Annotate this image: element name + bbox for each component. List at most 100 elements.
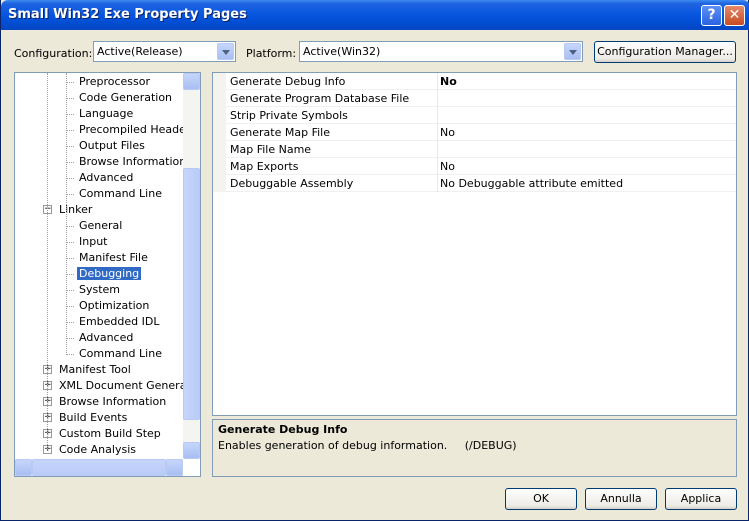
tree-item[interactable]: Code Generation [66, 90, 174, 106]
tree-item[interactable]: + Custom Build Step [43, 426, 163, 442]
column-separator [437, 90, 438, 107]
tree-item-label: Debugging [77, 267, 142, 280]
tree-item[interactable]: System [66, 282, 122, 298]
vertical-scroll-thumb[interactable] [183, 168, 200, 420]
property-value[interactable]: No [440, 160, 455, 173]
property-name: Strip Private Symbols [230, 109, 348, 122]
tree-item-label: Manifest File [79, 251, 148, 264]
tree-item-label: Optimization [79, 299, 150, 312]
tree-item[interactable]: + Browse Information [43, 394, 168, 410]
tree-item[interactable]: Output Files [66, 138, 147, 154]
tree-item[interactable]: Command Line [66, 346, 164, 362]
dropdown-arrow-icon[interactable] [217, 43, 234, 60]
row-gutter [213, 107, 226, 124]
scroll-right-icon[interactable] [166, 459, 183, 476]
scroll-down-icon[interactable] [183, 442, 200, 459]
property-row[interactable]: Generate Program Database File [213, 90, 736, 107]
tree-item[interactable]: + Build Events [43, 410, 129, 426]
configuration-manager-button[interactable]: Configuration Manager... [594, 41, 736, 63]
tree-item-label: Browse Information [59, 395, 167, 408]
scroll-left-icon[interactable] [15, 459, 32, 476]
tree-item[interactable]: General [66, 218, 124, 234]
tree-item-label: Command Line [79, 187, 162, 200]
tree-connector [66, 162, 74, 163]
row-gutter [213, 90, 226, 107]
column-separator [437, 107, 438, 124]
configuration-combo[interactable]: Active(Release) [93, 41, 236, 62]
ok-button[interactable]: OK [505, 488, 577, 510]
column-separator [437, 124, 438, 141]
tree-item[interactable]: Precompiled Headers [66, 122, 198, 138]
tree-item[interactable]: Advanced [66, 330, 135, 346]
property-row[interactable]: Map File Name [213, 141, 736, 158]
property-name: Debuggable Assembly [230, 177, 354, 190]
property-row[interactable]: Map Exports No [213, 158, 736, 175]
cancel-button[interactable]: Annulla [585, 488, 657, 510]
close-icon: ✕ [728, 7, 741, 23]
property-name: Generate Debug Info [230, 75, 346, 88]
property-name: Generate Program Database File [230, 92, 410, 105]
property-row[interactable]: Strip Private Symbols [213, 107, 736, 124]
description-panel: Generate Debug Info Enables generation o… [212, 419, 737, 477]
row-gutter [213, 158, 226, 175]
tree-item-label: Preprocessor [79, 75, 151, 88]
horizontal-scroll-thumb[interactable] [32, 459, 166, 476]
tree-item[interactable]: Browse Information [66, 154, 188, 170]
tree-item[interactable]: Optimization [66, 298, 151, 314]
tree-item-label: Build Events [59, 411, 128, 424]
property-grid: Generate Debug Info No Generate Program Da… [212, 72, 737, 416]
tree-connector [66, 322, 74, 323]
tree-connector [47, 73, 48, 449]
tree-item-label: Embedded IDL [79, 315, 160, 328]
tree-connector [66, 130, 74, 131]
property-row[interactable]: Generate Map File No [213, 124, 736, 141]
scroll-up-icon[interactable] [183, 73, 200, 90]
column-separator [437, 141, 438, 158]
column-separator [437, 73, 438, 90]
property-row[interactable]: Generate Debug Info No [213, 73, 736, 90]
column-separator [437, 175, 438, 192]
platform-combo[interactable]: Active(Win32) [299, 41, 583, 62]
dropdown-arrow-icon[interactable] [564, 43, 581, 60]
property-value[interactable]: No [440, 75, 457, 88]
tree-item-label: Language [79, 107, 134, 120]
tree-item[interactable]: Embedded IDL [66, 314, 161, 330]
tree-connector [66, 73, 67, 353]
help-button[interactable]: ? [701, 5, 722, 26]
tree-connector [66, 354, 74, 355]
tree-horizontal-scrollbar[interactable] [15, 459, 183, 476]
tree-item[interactable]: Command Line [66, 186, 164, 202]
tree-item[interactable]: + XML Document Generator [43, 378, 200, 394]
tree-connector [66, 306, 74, 307]
property-name: Generate Map File [230, 126, 330, 139]
tree-item[interactable]: Language [66, 106, 135, 122]
property-row[interactable]: Debuggable Assembly No Debuggable attribu… [213, 175, 736, 192]
tree-vertical-scrollbar[interactable] [183, 73, 200, 459]
configuration-value: Active(Release) [97, 45, 183, 58]
tree-item[interactable]: Input [66, 234, 109, 250]
tree-item[interactable]: Debugging [66, 266, 142, 282]
row-gutter [213, 124, 226, 141]
tree-item[interactable]: + Code Analysis [43, 442, 138, 458]
row-gutter [213, 175, 226, 192]
description-text: Enables generation of debug information.… [218, 439, 517, 452]
property-value[interactable]: No Debuggable attribute emitted [440, 177, 623, 190]
tree-connector [66, 178, 74, 179]
window-title: Small Win32 Exe Property Pages [8, 7, 247, 22]
tree-item-label: Code Analysis [59, 443, 136, 456]
title-bar[interactable]: Small Win32 Exe Property Pages ? ✕ [1, 0, 749, 30]
close-button[interactable]: ✕ [724, 5, 745, 26]
tree-item-label: Custom Build Step [59, 427, 161, 440]
tree-connector [66, 258, 74, 259]
tree-item[interactable]: Preprocessor [66, 74, 152, 90]
tree-item-label: System [79, 283, 121, 296]
apply-button[interactable]: Applica [665, 488, 737, 510]
property-pages-window: Small Win32 Exe Property Pages ? ✕ Confi… [0, 0, 749, 521]
tree-item[interactable]: Manifest File [66, 250, 150, 266]
tree-item[interactable]: Advanced [66, 170, 135, 186]
tree-item-label: Output Files [79, 139, 145, 152]
row-gutter [213, 141, 226, 158]
tree-item[interactable]: − Linker [43, 202, 94, 218]
tree-item[interactable]: + Manifest Tool [43, 362, 133, 378]
property-value[interactable]: No [440, 126, 455, 139]
